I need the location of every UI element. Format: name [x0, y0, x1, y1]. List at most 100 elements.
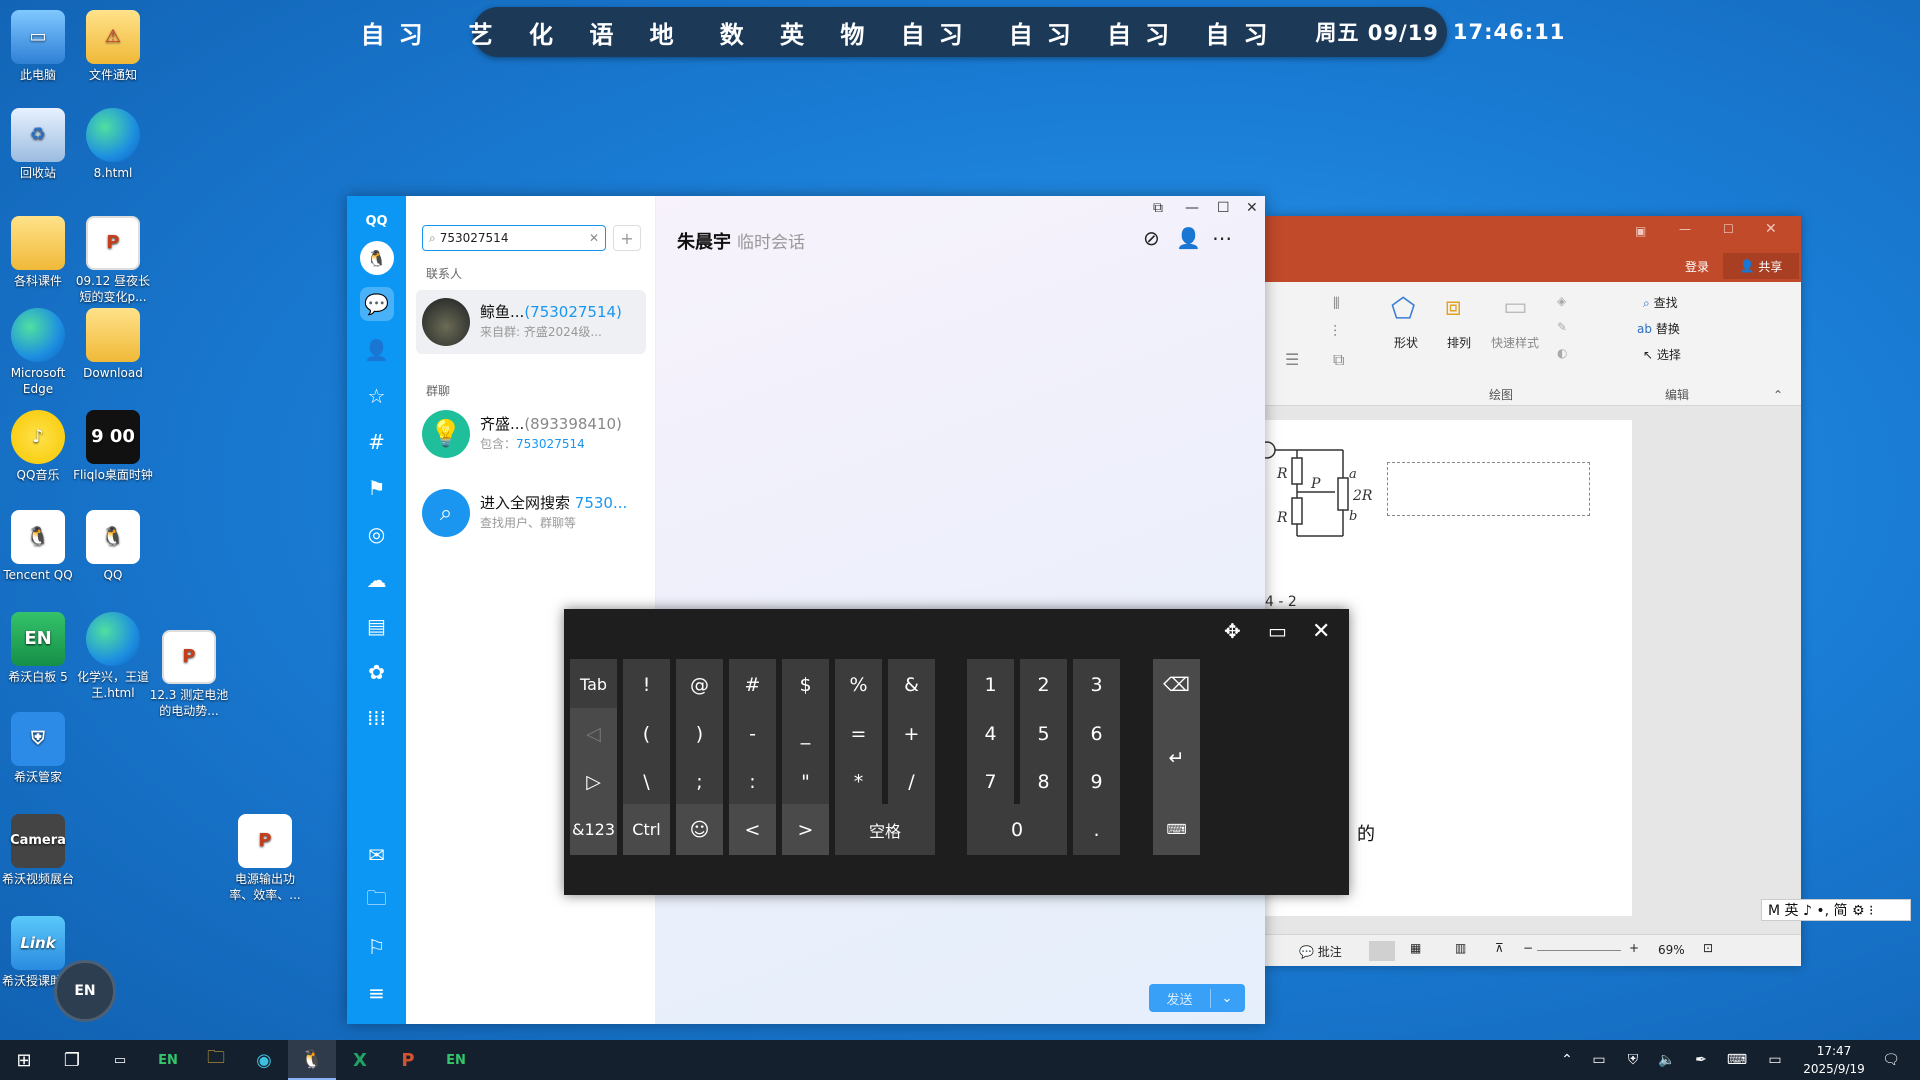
- ribbon-arrange-button[interactable]: 排列: [1447, 334, 1471, 351]
- taskbar-clock[interactable]: 17:47 2025/9/19: [1802, 1042, 1866, 1078]
- display-icon[interactable]: ▭: [1756, 1052, 1794, 1068]
- message-icon[interactable]: 💬: [359, 287, 394, 321]
- key[interactable]: $: [782, 659, 829, 710]
- desktop-icon-recycle-bin[interactable]: ♻ 回收站: [0, 108, 79, 181]
- desktop-icon-edge[interactable]: Microsoft Edge: [0, 308, 79, 397]
- desktop-icon-ppt-battery[interactable]: P 12.3 测定电池的电动势...: [148, 630, 230, 719]
- network-icon[interactable]: ▭: [1582, 1052, 1616, 1068]
- close-keyboard-icon[interactable]: ✕: [1312, 619, 1330, 644]
- zoom-level[interactable]: 69%: [1658, 943, 1685, 957]
- start-windows-icon[interactable]: ⊞: [0, 1040, 48, 1080]
- key[interactable]: 2: [1020, 659, 1067, 710]
- key[interactable]: @: [676, 659, 723, 710]
- zoom-in-icon[interactable]: +: [1629, 941, 1639, 955]
- right-arrow-key-icon[interactable]: >: [782, 804, 829, 855]
- fit-slide-icon[interactable]: ⊡: [1703, 941, 1713, 955]
- move-keyboard-icon[interactable]: ✥: [1224, 619, 1241, 643]
- ribbon-quick-style-button[interactable]: 快速样式: [1491, 334, 1539, 351]
- key[interactable]: \: [623, 756, 670, 807]
- comment-button[interactable]: 💬 批注: [1299, 943, 1342, 960]
- key[interactable]: 3: [1073, 659, 1120, 710]
- effects-icon[interactable]: ◐: [1557, 346, 1567, 360]
- desktop-icon-file-notice[interactable]: ⚠ 文件通知: [72, 10, 154, 83]
- key[interactable]: 5: [1020, 708, 1067, 759]
- keyboard-layout-key-icon[interactable]: ⌨: [1153, 804, 1200, 855]
- key-zero[interactable]: 0: [967, 804, 1067, 855]
- contact-result[interactable]: 鲸鱼...(753027514) 来自群: 齐盛2024级...: [416, 290, 646, 354]
- ppt-share-button[interactable]: 👤 共享: [1723, 253, 1799, 279]
- ppt-restore-icon[interactable]: ▣: [1635, 224, 1646, 238]
- key[interactable]: :: [729, 756, 776, 807]
- docs-icon[interactable]: ▤: [360, 609, 394, 643]
- key[interactable]: %: [835, 659, 882, 710]
- slideshow-icon[interactable]: ⊼: [1495, 941, 1504, 955]
- chevron-down-icon[interactable]: ⌄: [1211, 991, 1243, 1006]
- mail-icon[interactable]: ✉: [360, 838, 394, 872]
- ribbon-find-button[interactable]: ⌕ 查找: [1643, 294, 1678, 311]
- key[interactable]: ): [676, 708, 723, 759]
- key[interactable]: 7: [967, 756, 1014, 807]
- desktop-icon-qq-music[interactable]: ♪ QQ音乐: [0, 410, 79, 483]
- desktop-icon-seewo-camera[interactable]: Camera 希沃视频展台: [0, 814, 79, 887]
- send-button[interactable]: 发送 ⌄: [1149, 984, 1245, 1012]
- block-icon[interactable]: ⊘: [1143, 226, 1160, 250]
- normal-view-icon[interactable]: [1369, 941, 1395, 961]
- key[interactable]: ": [782, 756, 829, 807]
- enter-key-icon[interactable]: ↵: [1153, 708, 1200, 807]
- key[interactable]: =: [835, 708, 882, 759]
- volume-icon[interactable]: 🔈: [1650, 1052, 1684, 1068]
- desktop-icon-courseware[interactable]: 各科课件: [0, 216, 79, 289]
- taskbar-app-monitor-icon[interactable]: ▭: [96, 1040, 144, 1080]
- zoom-slider[interactable]: [1537, 950, 1621, 951]
- games-icon[interactable]: ◎: [360, 517, 394, 551]
- ribbon-align-icon[interactable]: ⫴: [1333, 294, 1340, 314]
- ime-toolbar[interactable]: M 英 ♪ •, 简 ⚙ ⁝: [1761, 899, 1911, 921]
- key[interactable]: 9: [1073, 756, 1120, 807]
- slide-placeholder-box[interactable]: [1387, 462, 1590, 516]
- space-icon[interactable]: ⚑: [360, 471, 394, 505]
- dock-keyboard-icon[interactable]: ▭: [1268, 619, 1287, 643]
- key-dot[interactable]: .: [1073, 804, 1120, 855]
- tray-overflow-icon[interactable]: ⌃: [1552, 1052, 1582, 1068]
- notification-icon[interactable]: 🗨: [1876, 1040, 1906, 1080]
- ribbon-spacing-icon[interactable]: ⫶: [1333, 322, 1337, 342]
- key-ctrl[interactable]: Ctrl: [623, 804, 670, 855]
- key-symbols[interactable]: &123: [570, 804, 617, 855]
- key[interactable]: +: [888, 708, 935, 759]
- left-arrow-key-icon[interactable]: <: [729, 804, 776, 855]
- ribbon-replace-button[interactable]: ab 替换: [1637, 320, 1680, 337]
- key[interactable]: 8: [1020, 756, 1067, 807]
- pen-icon[interactable]: ✒: [1684, 1052, 1718, 1068]
- taskbar-excel-icon[interactable]: X: [336, 1040, 384, 1080]
- key[interactable]: 4: [967, 708, 1014, 759]
- apps-grid-icon[interactable]: ⁞⁞⁞: [360, 701, 394, 735]
- web-search-result[interactable]: ⌕ 进入全网搜索 7530... 查找用户、群聊等: [416, 481, 646, 545]
- search-input[interactable]: ⌕ 753027514 ✕: [422, 225, 606, 251]
- contacts-icon[interactable]: 👤: [360, 333, 394, 367]
- desktop-icon-chem-html[interactable]: 化学兴，王道王.html: [72, 612, 154, 701]
- prev-page-key-icon[interactable]: ◁: [570, 708, 617, 759]
- ppt-close-icon[interactable]: ✕: [1765, 221, 1777, 237]
- key[interactable]: (: [623, 708, 670, 759]
- touch-keyboard[interactable]: ✥ ▭ ✕ Tab ! @ # $ % & ◁ ( ) - _ = + ▷ \ …: [564, 609, 1349, 895]
- key[interactable]: _: [782, 708, 829, 759]
- menu-icon[interactable]: ≡: [360, 976, 394, 1010]
- desktop-icon-computer[interactable]: ▭ 此电脑: [0, 10, 79, 83]
- ribbon-list-icon[interactable]: ☰: [1285, 350, 1299, 369]
- desktop-icon-ppt-daylength[interactable]: P 09.12 昼夜长短的变化p...: [72, 216, 154, 305]
- more-icon[interactable]: ⋯: [1212, 226, 1232, 250]
- taskbar-seewo2-icon[interactable]: EN: [432, 1040, 480, 1080]
- collapse-ribbon-icon[interactable]: ⌃: [1773, 388, 1783, 402]
- ppt-minimize-icon[interactable]: —: [1679, 222, 1691, 236]
- key[interactable]: #: [729, 659, 776, 710]
- task-view-icon[interactable]: ❐: [48, 1040, 96, 1080]
- ribbon-shape-button[interactable]: 形状: [1394, 334, 1418, 351]
- emoji-key-icon[interactable]: ☺: [676, 804, 723, 855]
- key-space[interactable]: 空格: [835, 804, 935, 855]
- taskbar-edge-icon[interactable]: ◉: [240, 1040, 288, 1080]
- desktop-icon-seewo-guard[interactable]: ⛨ 希沃管家: [0, 712, 79, 785]
- add-friend-icon[interactable]: 👤: [1176, 226, 1201, 250]
- maximize-icon[interactable]: ☐: [1217, 200, 1230, 216]
- reading-view-icon[interactable]: ▥: [1455, 941, 1466, 955]
- slide-sorter-icon[interactable]: ▦: [1410, 941, 1421, 955]
